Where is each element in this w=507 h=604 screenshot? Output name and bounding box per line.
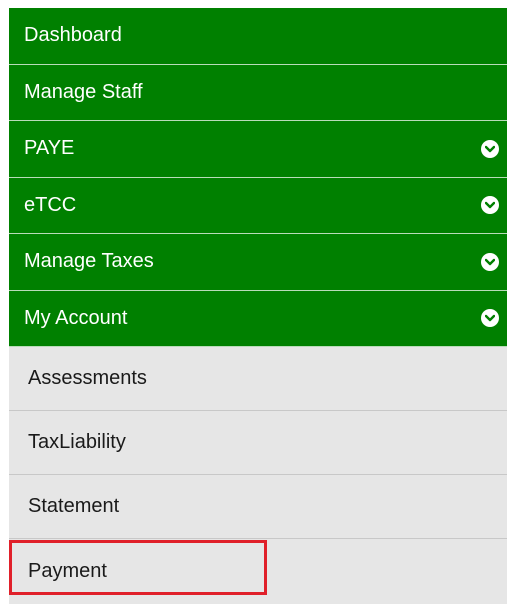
chevron-down-circle-icon[interactable] [481,252,499,271]
submenu-item-label: Assessments [28,367,147,389]
submenu-item-label: TaxLiability [28,431,126,453]
menu-item-label: Dashboard [24,24,122,47]
menu-item-label: Manage Taxes [24,250,154,273]
menu-item-manage-staff[interactable]: Manage Staff [9,64,507,121]
submenu-item-payment[interactable]: Payment [9,539,507,604]
menu-item-label: eTCC [24,193,77,216]
menu-item-label: Manage Staff [24,80,143,103]
submenu-item-assessments[interactable]: Assessments [9,347,507,411]
menu-item-label: PAYE [24,137,75,160]
submenu-item-label: Statement [28,495,120,517]
submenu-item-label: Payment [28,560,107,582]
menu-item-dashboard[interactable]: Dashboard [9,8,507,65]
my-account-submenu: Assessments TaxLiability Statement Payme… [9,347,507,604]
sidebar-menu: Dashboard Manage Staff PAYE eTCC Manage … [9,8,507,604]
menu-item-my-account[interactable]: My Account [9,290,507,347]
menu-item-manage-taxes[interactable]: Manage Taxes [9,234,507,291]
chevron-down-circle-icon[interactable] [481,196,499,215]
menu-item-paye[interactable]: PAYE [9,121,507,178]
submenu-item-statement[interactable]: Statement [9,475,507,539]
chevron-down-circle-icon[interactable] [481,139,499,158]
menu-item-label: My Account [24,306,128,329]
chevron-down-circle-icon[interactable] [481,309,499,328]
submenu-item-taxliability[interactable]: TaxLiability [9,411,507,475]
menu-item-etcc[interactable]: eTCC [9,177,507,234]
